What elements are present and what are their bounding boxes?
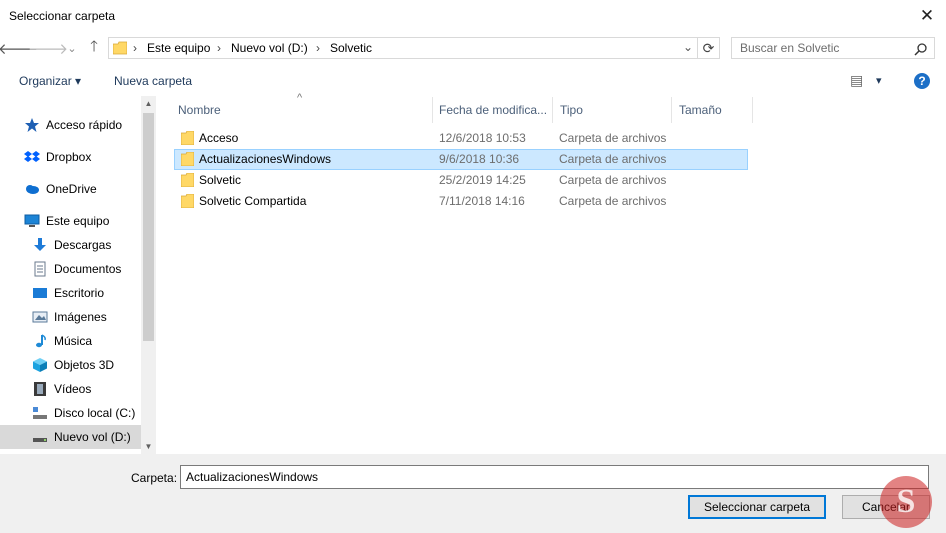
- folder-icon: [181, 152, 194, 166]
- music-icon: [32, 333, 48, 349]
- file-name: ActualizacionesWindows: [199, 152, 332, 166]
- new-folder-button[interactable]: Nueva carpeta: [114, 74, 192, 88]
- back-button[interactable]: 🡐: [0, 38, 38, 58]
- sidebar-item-label: Descargas: [54, 238, 112, 252]
- sidebar-item-label: Nuevo vol (D:): [54, 430, 131, 444]
- folder-icon: [113, 41, 127, 55]
- sidebar-item-label: Imágenes: [54, 310, 107, 324]
- sidebar-item-label: Este equipo: [46, 214, 110, 228]
- search-placeholder: Buscar en Solvetic: [740, 41, 840, 55]
- folder-icon: [181, 173, 194, 187]
- file-row[interactable]: Acceso 12/6/2018 10:53 Carpeta de archiv…: [174, 128, 748, 149]
- document-icon: [32, 261, 48, 277]
- breadcrumb-separator: ›: [316, 41, 320, 55]
- sidebar-item-label: Escritorio: [54, 286, 105, 300]
- select-folder-button[interactable]: Seleccionar carpeta: [688, 495, 826, 519]
- address-dropdown-icon[interactable]: ⌄: [683, 40, 693, 54]
- file-type: Carpeta de archivos: [559, 152, 667, 166]
- search-icon[interactable]: [914, 42, 928, 56]
- file-date: 9/6/2018 10:36: [439, 152, 520, 166]
- column-divider[interactable]: [552, 97, 553, 123]
- sidebar-item-label: Disco local (C:): [54, 406, 136, 420]
- file-date: 12/6/2018 10:53: [439, 131, 526, 145]
- file-date: 25/2/2019 14:25: [439, 173, 526, 187]
- sort-indicator-icon: ^: [297, 92, 303, 104]
- file-type: Carpeta de archivos: [559, 131, 667, 145]
- close-button[interactable]: ✕: [912, 2, 942, 30]
- column-header-size[interactable]: Tamaño: [679, 103, 722, 117]
- file-type: Carpeta de archivos: [559, 194, 667, 208]
- file-row[interactable]: Solvetic Compartida 7/11/2018 14:16 Carp…: [174, 191, 748, 212]
- cloud-icon: [24, 181, 40, 197]
- up-button[interactable]: 🡑: [84, 38, 104, 58]
- sidebar-item-label: OneDrive: [46, 182, 97, 196]
- scrollbar-thumb[interactable]: [143, 113, 154, 341]
- file-type: Carpeta de archivos: [559, 173, 667, 187]
- download-icon: [32, 237, 48, 253]
- folder-icon: [181, 131, 194, 145]
- sidebar-item-label: Música: [54, 334, 93, 348]
- cube-icon: [32, 357, 48, 373]
- scroll-up-icon[interactable]: ▲: [142, 99, 155, 109]
- file-row-selected[interactable]: ActualizacionesWindows 9/6/2018 10:36 Ca…: [174, 149, 748, 170]
- column-header-type[interactable]: Tipo: [560, 103, 583, 117]
- dropbox-icon: [24, 149, 40, 165]
- video-icon: [32, 381, 48, 397]
- recent-locations-button[interactable]: ⌄: [65, 38, 79, 58]
- star-icon: [24, 117, 40, 133]
- sidebar-item-label: Objetos 3D: [54, 358, 115, 372]
- folder-label: Carpeta:: [131, 471, 178, 485]
- window-title: Seleccionar carpeta: [9, 9, 116, 23]
- sidebar-item-label: Acceso rápido: [46, 118, 123, 132]
- sidebar-item-nuevo-vol-d[interactable]: Nuevo vol (D:): [0, 425, 141, 449]
- scroll-down-icon[interactable]: ▼: [142, 442, 155, 452]
- column-divider[interactable]: [671, 97, 672, 123]
- folder-name-value: ActualizacionesWindows: [186, 470, 319, 484]
- breadcrumb-separator: ›: [133, 41, 137, 55]
- file-name: Solvetic Compartida: [199, 194, 307, 208]
- column-divider[interactable]: [752, 97, 753, 123]
- sidebar-item-label: Documentos: [54, 262, 122, 276]
- search-input[interactable]: Buscar en Solvetic: [731, 37, 935, 59]
- view-options-icon[interactable]: ▤: [850, 72, 863, 89]
- forward-button[interactable]: 🡒: [28, 38, 68, 58]
- desktop-icon: [32, 285, 48, 301]
- breadcrumb-separator: ›: [217, 41, 221, 55]
- folder-name-input[interactable]: ActualizacionesWindows: [180, 465, 929, 489]
- file-date: 7/11/2018 14:16: [439, 194, 525, 208]
- title-bar: [0, 0, 946, 32]
- sidebar-item-label: Dropbox: [46, 150, 92, 164]
- drive-icon: [32, 405, 48, 421]
- help-button[interactable]: ?: [914, 73, 930, 89]
- breadcrumb-solvetic[interactable]: Solvetic: [330, 41, 372, 55]
- navigation-pane: Acceso rápido Dropbox OneDrive Este equi…: [0, 96, 156, 454]
- column-divider[interactable]: [432, 97, 433, 123]
- file-name: Solvetic: [199, 173, 242, 187]
- refresh-button[interactable]: ⟳: [698, 37, 720, 59]
- file-row[interactable]: Solvetic 25/2/2019 14:25 Carpeta de arch…: [174, 170, 748, 191]
- watermark-logo-letter: S: [896, 483, 916, 520]
- computer-icon: [24, 213, 40, 229]
- breadcrumb-este-equipo[interactable]: Este equipo: [147, 41, 210, 55]
- view-dropdown-icon[interactable]: ▾: [876, 74, 882, 87]
- organize-menu[interactable]: Organizar ▾: [19, 74, 81, 88]
- breadcrumb-nuevo-vol[interactable]: Nuevo vol (D:): [231, 41, 308, 55]
- drive-icon: [32, 429, 48, 445]
- address-bar[interactable]: › Este equipo › Nuevo vol (D:) › Solveti…: [108, 37, 698, 59]
- image-icon: [32, 309, 48, 325]
- file-name: Acceso: [199, 131, 239, 145]
- column-header-name[interactable]: Nombre: [178, 103, 221, 117]
- sidebar-item-label: Vídeos: [54, 382, 92, 396]
- column-header-date[interactable]: Fecha de modifica...: [439, 103, 547, 117]
- folder-icon: [181, 194, 194, 208]
